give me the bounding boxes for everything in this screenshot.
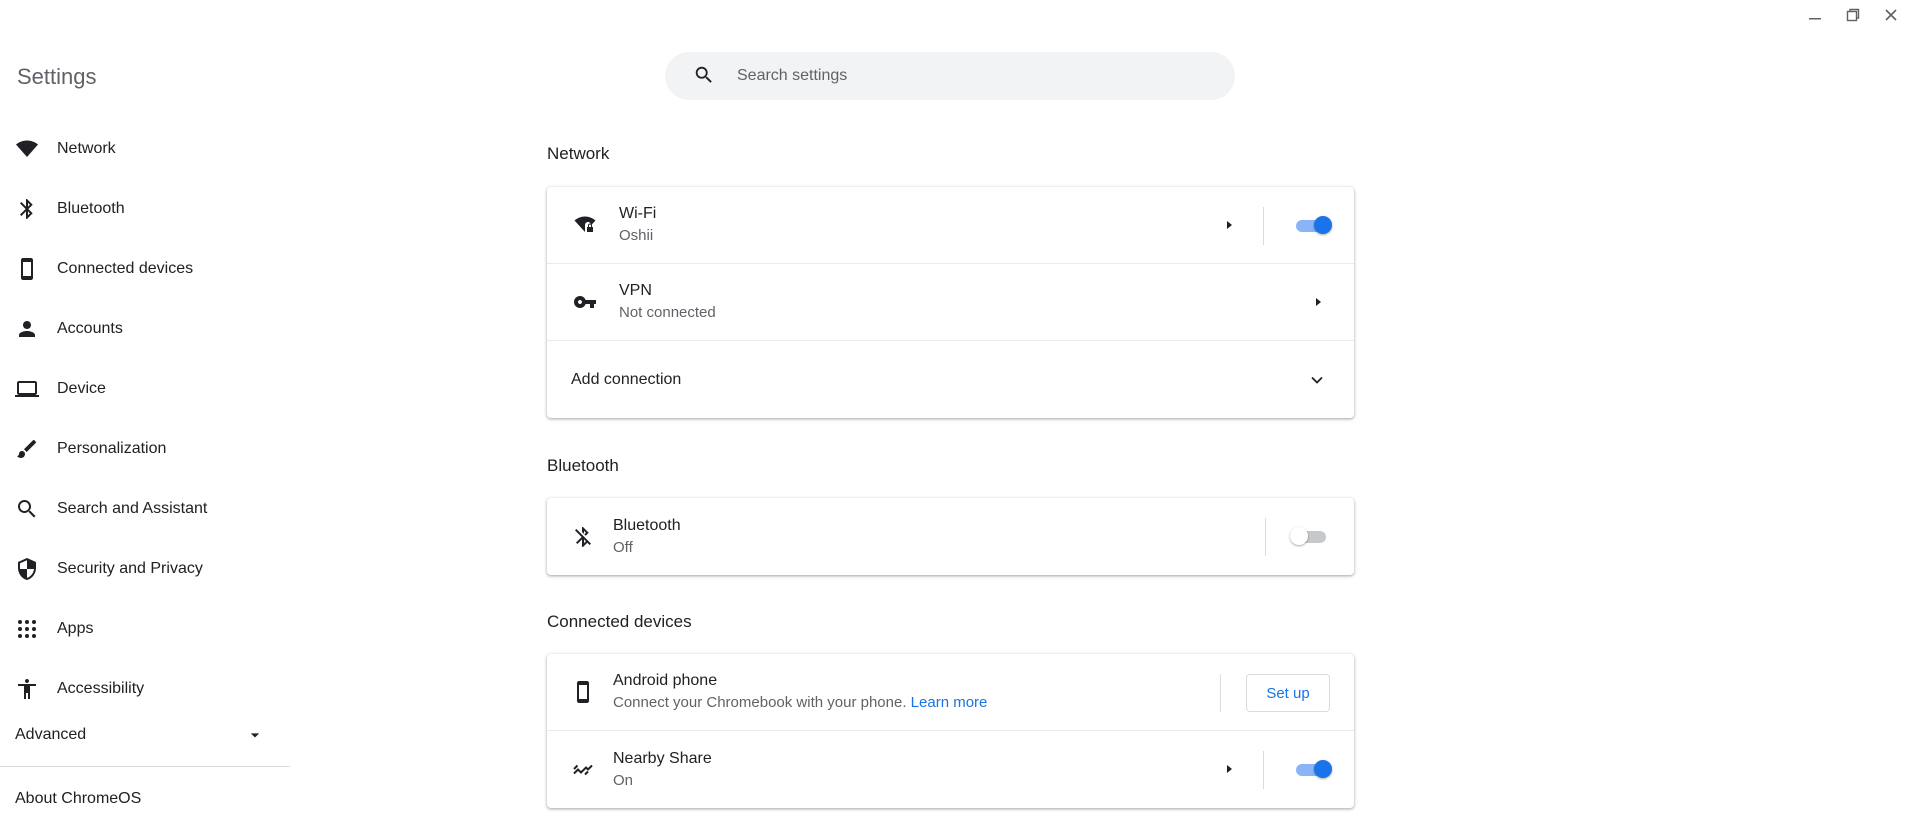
sidebar-nav: Network Bluetooth Connected devices Acco… bbox=[0, 119, 290, 719]
bluetooth-row[interactable]: Bluetooth Off bbox=[547, 498, 1354, 575]
wifi-toggle[interactable] bbox=[1294, 214, 1332, 236]
sidebar-item-label: Accounts bbox=[57, 320, 123, 337]
nearby-share-text: Nearby Share On bbox=[613, 748, 712, 792]
sidebar-divider bbox=[0, 766, 290, 767]
person-icon bbox=[14, 316, 40, 342]
toggle-knob bbox=[1290, 527, 1308, 545]
phone-icon bbox=[569, 678, 597, 706]
sidebar-item-security-privacy[interactable]: Security and Privacy bbox=[0, 539, 290, 599]
vpn-row[interactable]: VPN Not connected bbox=[547, 264, 1354, 341]
sidebar-item-accounts[interactable]: Accounts bbox=[0, 299, 290, 359]
chevron-right-icon[interactable] bbox=[1222, 218, 1236, 232]
search-input[interactable] bbox=[737, 67, 1177, 85]
nearby-share-icon bbox=[569, 756, 597, 784]
close-icon bbox=[1885, 9, 1897, 21]
close-button[interactable] bbox=[1872, 0, 1910, 30]
app-title: Settings bbox=[17, 64, 97, 89]
add-connection-label: Add connection bbox=[571, 370, 682, 388]
minimize-button[interactable] bbox=[1796, 0, 1834, 30]
wifi-title: Wi-Fi bbox=[619, 205, 657, 222]
chevron-right-icon[interactable] bbox=[1311, 295, 1325, 309]
wifi-network-name: Oshii bbox=[619, 227, 654, 244]
nearby-share-row[interactable]: Nearby Share On bbox=[547, 731, 1354, 808]
vpn-status: Not connected bbox=[619, 304, 716, 321]
bluetooth-disabled-icon bbox=[569, 523, 597, 551]
sidebar-item-connected-devices[interactable]: Connected devices bbox=[0, 239, 290, 299]
phone-icon bbox=[14, 256, 40, 282]
search-bar[interactable] bbox=[665, 52, 1235, 100]
brush-icon bbox=[14, 436, 40, 462]
learn-more-link[interactable]: Learn more bbox=[911, 694, 988, 711]
toggle-knob bbox=[1314, 760, 1332, 778]
network-section-title: Network bbox=[547, 144, 610, 163]
shield-icon bbox=[14, 556, 40, 582]
sidebar-item-bluetooth[interactable]: Bluetooth bbox=[0, 179, 290, 239]
row-divider bbox=[1263, 207, 1264, 245]
android-phone-subtitle: Connect your Chromebook with your phone. bbox=[613, 694, 907, 711]
sidebar-item-label: Device bbox=[57, 380, 106, 397]
toggle-knob bbox=[1314, 216, 1332, 234]
vpn-title: VPN bbox=[619, 282, 652, 299]
restore-icon bbox=[1846, 8, 1860, 22]
android-phone-row[interactable]: Android phone Connect your Chromebook wi… bbox=[547, 654, 1354, 731]
sidebar-item-label: Bluetooth bbox=[57, 200, 125, 217]
sidebar-item-label: Connected devices bbox=[57, 260, 194, 277]
sidebar-item-label: Personalization bbox=[57, 440, 167, 457]
bluetooth-toggle[interactable] bbox=[1290, 525, 1328, 547]
window-controls bbox=[1796, 0, 1910, 30]
sidebar-item-label: Network bbox=[57, 140, 116, 157]
connected-devices-section-title: Connected devices bbox=[547, 612, 692, 631]
add-connection-row[interactable]: Add connection bbox=[547, 341, 1354, 418]
sidebar-item-apps[interactable]: Apps bbox=[0, 599, 290, 659]
setup-button[interactable]: Set up bbox=[1246, 674, 1330, 712]
key-icon bbox=[571, 288, 599, 316]
search-icon bbox=[14, 496, 40, 522]
nearby-share-toggle[interactable] bbox=[1294, 758, 1332, 780]
android-phone-description: Connect your Chromebook with your phone.… bbox=[613, 692, 987, 714]
connected-devices-card: Android phone Connect your Chromebook wi… bbox=[547, 654, 1354, 808]
apps-grid-icon bbox=[14, 616, 40, 642]
row-divider bbox=[1263, 751, 1264, 789]
sidebar-item-device[interactable]: Device bbox=[0, 359, 290, 419]
sidebar-item-network[interactable]: Network bbox=[0, 119, 290, 179]
bluetooth-title: Bluetooth bbox=[613, 516, 681, 534]
nearby-share-title: Nearby Share bbox=[613, 749, 712, 767]
row-divider bbox=[1220, 674, 1221, 712]
chevron-down-icon[interactable] bbox=[1308, 371, 1326, 389]
accessibility-icon bbox=[14, 676, 40, 702]
sidebar: Settings Network Bluetooth Connected dev… bbox=[0, 0, 290, 817]
laptop-icon bbox=[14, 376, 40, 402]
sidebar-item-label: Accessibility bbox=[57, 680, 145, 697]
restore-button[interactable] bbox=[1834, 0, 1872, 30]
sidebar-item-label: Search and Assistant bbox=[57, 500, 208, 517]
sidebar-item-label: Apps bbox=[57, 620, 94, 637]
wifi-icon bbox=[14, 136, 40, 162]
vpn-text: VPN Not connected bbox=[619, 280, 716, 324]
sidebar-item-search-assistant[interactable]: Search and Assistant bbox=[0, 479, 290, 539]
search-icon bbox=[693, 64, 717, 88]
row-divider bbox=[1265, 518, 1266, 556]
android-phone-title: Android phone bbox=[613, 672, 718, 689]
android-phone-text: Android phone Connect your Chromebook wi… bbox=[613, 670, 987, 714]
advanced-label: Advanced bbox=[15, 726, 87, 743]
bluetooth-card: Bluetooth Off bbox=[547, 498, 1354, 575]
minimize-icon bbox=[1809, 18, 1821, 20]
chevron-right-icon[interactable] bbox=[1222, 762, 1236, 776]
wifi-row[interactable]: Wi-Fi Oshii bbox=[547, 187, 1354, 264]
wifi-lock-icon bbox=[571, 211, 599, 239]
sidebar-item-accessibility[interactable]: Accessibility bbox=[0, 659, 290, 719]
nearby-share-status: On bbox=[613, 771, 634, 789]
advanced-toggle[interactable]: Advanced bbox=[15, 720, 265, 750]
bluetooth-section-title: Bluetooth bbox=[547, 456, 619, 475]
bluetooth-icon bbox=[14, 196, 40, 222]
network-card: Wi-Fi Oshii VPN Not connected Add connec… bbox=[547, 187, 1354, 418]
sidebar-item-label: Security and Privacy bbox=[57, 560, 203, 577]
bluetooth-status: Off bbox=[613, 538, 633, 556]
bluetooth-text: Bluetooth Off bbox=[613, 515, 681, 559]
caret-down-icon bbox=[250, 733, 260, 738]
wifi-text: Wi-Fi Oshii bbox=[619, 203, 656, 247]
sidebar-item-personalization[interactable]: Personalization bbox=[0, 419, 290, 479]
sidebar-item-about[interactable]: About ChromeOS bbox=[15, 790, 141, 808]
